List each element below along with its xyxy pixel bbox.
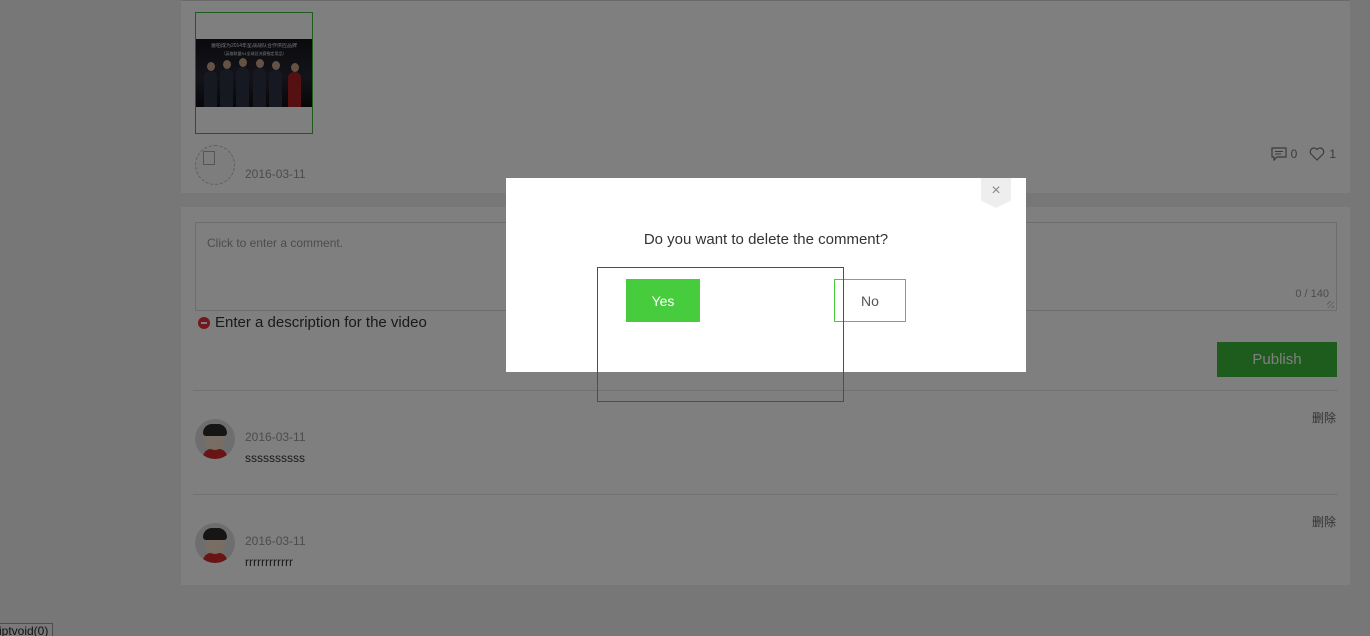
cancel-no-button[interactable]: No: [834, 279, 906, 322]
dialog-question: Do you want to delete the comment?: [643, 231, 889, 248]
delete-confirm-dialog: × Do you want to delete the comment? Yes…: [506, 178, 1026, 372]
confirm-yes-button[interactable]: Yes: [626, 279, 700, 322]
close-button[interactable]: ×: [981, 178, 1011, 208]
close-icon: ×: [991, 182, 1001, 199]
